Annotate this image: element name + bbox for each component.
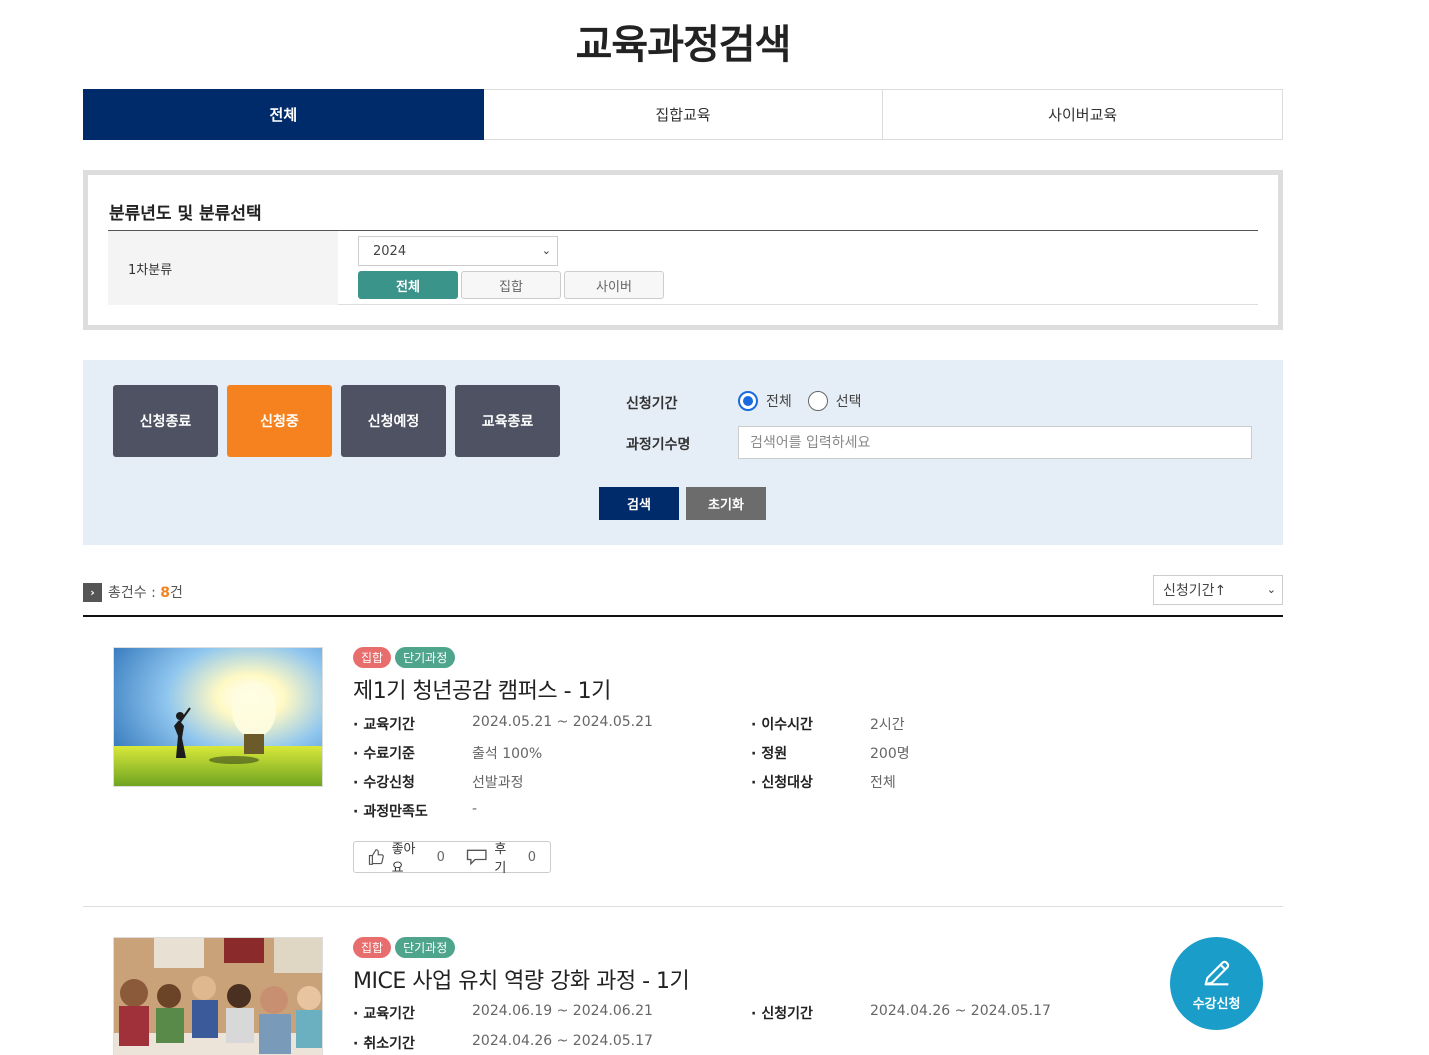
course-thumbnail[interactable] — [113, 647, 323, 787]
filter-row-label: 1차분류 — [108, 231, 338, 305]
course-item: 집합 단기과정 MICE 사업 유치 역량 강화 과정 - 1기 교육기간 20… — [83, 907, 1283, 1055]
status-open-button[interactable]: 신청중 — [227, 385, 332, 457]
sort-select-value: 신청기간↑ — [1163, 583, 1227, 599]
course-item: 집합 단기과정 제1기 청년공감 캠퍼스 - 1기 교육기간 2024.05.2… — [83, 617, 1283, 907]
tab-all[interactable]: 전체 — [83, 89, 484, 140]
course-title[interactable]: 제1기 청년공감 캠퍼스 - 1기 — [353, 673, 611, 705]
total-count: 8 — [160, 585, 171, 601]
info-value: - — [472, 801, 478, 817]
lightbulb-field-image — [114, 648, 322, 786]
badge-duration: 단기과정 — [395, 647, 456, 668]
period-label: 신청기간 — [626, 396, 678, 412]
badge-duration: 단기과정 — [395, 937, 456, 958]
keyword-label: 과정기수명 — [626, 437, 691, 453]
year-select-value: 2024 — [373, 243, 407, 259]
year-select[interactable]: 2024 ⌄ — [358, 236, 558, 266]
info-key: 과정만족도 — [353, 801, 427, 821]
chevron-down-icon: ⌄ — [541, 244, 551, 257]
pencil-icon — [1204, 960, 1229, 985]
info-key: 수료기준 — [353, 743, 415, 763]
result-bar: › 총건수 : 8건 신청기간↑ ⌄ — [83, 575, 1283, 617]
group-students-image — [114, 938, 322, 1055]
like-review-box: 좋아요 0 후기 0 — [353, 841, 551, 876]
status-finished-button[interactable]: 교육종료 — [455, 385, 560, 457]
reset-button[interactable]: 초기화 — [686, 487, 766, 520]
info-key: 취소기간 — [353, 1033, 415, 1053]
badge-type: 집합 — [353, 937, 392, 958]
period-select-radio[interactable] — [807, 391, 828, 411]
info-value: 출석 100% — [472, 746, 543, 762]
sort-select[interactable]: 신청기간↑ ⌄ — [1153, 575, 1283, 605]
search-button[interactable]: 검색 — [599, 487, 679, 520]
info-key: 신청기간 — [751, 1003, 813, 1023]
info-key: 이수시간 — [751, 714, 813, 734]
keyword-search-input[interactable] — [738, 426, 1252, 459]
tab-offline[interactable]: 집합교육 — [483, 89, 884, 140]
info-key: 정원 — [751, 743, 787, 763]
status-buttons: 신청종료 신청중 신청예정 교육종료 — [113, 385, 560, 457]
info-value: 2024.04.26 ~ 2024.05.17 — [472, 1033, 653, 1049]
info-key: 수강신청 — [353, 772, 415, 792]
page-title: 교육과정검색 — [575, 22, 792, 68]
category-buttons: 전체 집합 사이버 — [358, 271, 664, 299]
info-value: 2024.05.21 ~ 2024.05.21 — [472, 714, 653, 730]
speech-bubble-icon[interactable] — [465, 848, 488, 866]
apply-button[interactable]: 수강신청 — [1170, 937, 1263, 1030]
period-all-label: 전체 — [766, 394, 792, 410]
period-select-label: 선택 — [835, 394, 862, 410]
info-key: 교육기간 — [353, 714, 415, 734]
review-count: 0 — [527, 849, 536, 865]
period-all-radio[interactable] — [738, 391, 758, 411]
period-radio-group: 전체 선택 — [738, 391, 870, 411]
search-panel: 신청종료 신청중 신청예정 교육종료 신청기간 전체 선택 과정기수명 검색 초… — [83, 360, 1283, 545]
course-badges: 집합 단기과정 — [353, 937, 456, 958]
total-prefix: 총건수 : — [108, 585, 161, 601]
category-all-button[interactable]: 전체 — [358, 271, 458, 299]
chevron-down-icon: ⌄ — [1266, 583, 1276, 596]
tab-cyber[interactable]: 사이버교육 — [883, 89, 1284, 140]
apply-label: 수강신청 — [1192, 996, 1241, 1012]
category-cyber-button[interactable]: 사이버 — [564, 271, 664, 299]
info-value: 전체 — [870, 775, 896, 791]
status-closed-button[interactable]: 신청종료 — [113, 385, 218, 457]
course-thumbnail[interactable] — [113, 937, 323, 1055]
like-label: 좋아요 — [391, 842, 416, 876]
category-filter-panel: 분류년도 및 분류선택 1차분류 2024 ⌄ 전체 집합 사이버 — [83, 170, 1283, 330]
info-key: 신청대상 — [751, 772, 813, 792]
course-type-tabs: 전체 집합교육 사이버교육 — [83, 89, 1284, 140]
info-value: 2024.04.26 ~ 2024.05.17 — [870, 1003, 1051, 1019]
badge-type: 집합 — [353, 647, 392, 668]
status-upcoming-button[interactable]: 신청예정 — [341, 385, 446, 457]
review-label: 후기 — [494, 842, 507, 876]
total-suffix: 건 — [170, 585, 183, 601]
course-title[interactable]: MICE 사업 유치 역량 강화 과정 - 1기 — [353, 963, 690, 995]
thumbs-up-icon[interactable] — [368, 848, 386, 866]
filter-title: 분류년도 및 분류선택 — [109, 204, 262, 224]
like-count: 0 — [436, 849, 445, 865]
course-badges: 집합 단기과정 — [353, 647, 456, 668]
info-value: 2시간 — [870, 717, 905, 733]
arrow-right-icon: › — [83, 583, 102, 602]
info-value: 200명 — [870, 746, 910, 762]
info-value: 선발과정 — [472, 775, 524, 791]
info-key: 교육기간 — [353, 1003, 415, 1023]
category-offline-button[interactable]: 집합 — [461, 271, 561, 299]
filter-row: 1차분류 2024 ⌄ 전체 집합 사이버 — [108, 230, 1258, 305]
total-count-text: 총건수 : 8건 — [108, 582, 183, 602]
info-value: 2024.06.19 ~ 2024.06.21 — [472, 1003, 653, 1019]
